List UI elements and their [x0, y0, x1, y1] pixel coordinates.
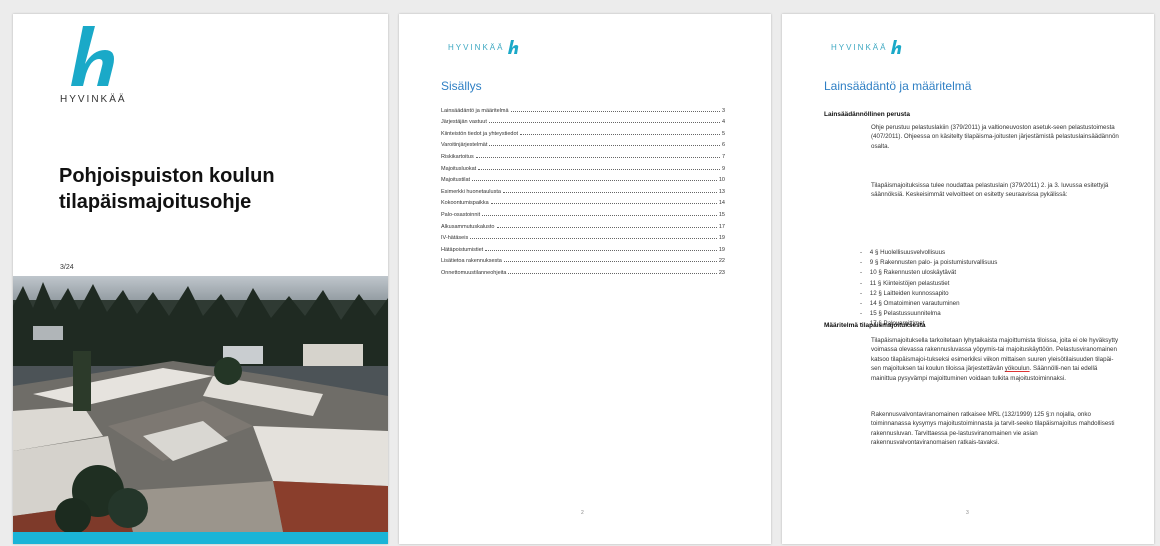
toc-leader-dots	[510, 110, 720, 112]
legislation-page: HYVINKÄÄ Lainsäädäntö ja määritelmä Lain…	[782, 14, 1154, 544]
toc-entry-page: 14	[718, 200, 725, 207]
section-heading-definition: Määritelmä tilapäismajoituksesta	[824, 322, 926, 329]
toc-entry-page: 9	[721, 165, 725, 172]
hyvinkaa-logo-icon	[891, 40, 902, 54]
toc-entry[interactable]: Majoitusluokat 9	[441, 160, 725, 172]
toc-entry-page: 5	[721, 130, 725, 137]
toc-list: Lainsäädäntö ja määritelmä 3 Järjestäjän v…	[441, 102, 725, 276]
toc-entry-page: 13	[718, 188, 725, 195]
toc-entry-label: Lainsäädäntö ja määritelmä	[441, 107, 509, 114]
legal-basis-paragraph-2: Tilapäismajoituksissa tulee noudattaa pe…	[871, 182, 1109, 199]
toc-entry[interactable]: Järjestäjän vastuut 4	[441, 114, 725, 126]
page-number: 3	[966, 510, 969, 516]
toc-leader-dots	[482, 214, 717, 216]
toc-entry-page: 3	[721, 107, 725, 114]
toc-leader-dots	[520, 133, 720, 135]
toc-entry-label: Kiinteistön tiedot ja yhteystiedot	[441, 130, 519, 137]
toc-entry-label: Alkusammutuskalusto	[441, 223, 495, 230]
list-item: 11 § Kiinteistöjen pelastustiet	[860, 279, 997, 289]
cover-brand: HYVINKÄÄ	[60, 94, 127, 105]
toc-leader-dots	[472, 180, 717, 182]
toc-entry-page: 23	[718, 269, 725, 276]
toc-leader-dots	[496, 226, 717, 228]
toc-leader-dots	[489, 145, 720, 147]
toc-leader-dots	[490, 203, 717, 205]
toc-entry-page: 7	[721, 153, 725, 160]
section-heading-legal-basis: Lainsäädännöllinen perusta	[824, 111, 910, 118]
cover-title: Pohjoispuiston koulun tilapäismajoitusoh…	[59, 163, 359, 215]
toc-entry-page: 4	[721, 119, 725, 126]
page-header: HYVINKÄÄ	[831, 40, 903, 54]
toc-entry[interactable]: Esimerkki huonetaulusta 13	[441, 183, 725, 195]
toc-entry-page: 19	[718, 235, 725, 242]
toc-entry-label: Esimerkki huonetaulusta	[441, 188, 501, 195]
list-item: 15 § Pelastussuunnitelma	[860, 309, 997, 319]
toc-leader-dots	[508, 272, 717, 274]
cover-accent-bar	[13, 532, 388, 544]
toc-entry-page: 10	[718, 177, 725, 184]
toc-entry[interactable]: Alkusammutuskalusto 17	[441, 218, 725, 230]
list-item: 4 § Huolellisuusvelvollisuus	[860, 248, 997, 258]
toc-entry-label: Kokoontumispaikka	[441, 200, 489, 207]
toc-entry-label: Hätäpoistumistiet	[441, 246, 484, 253]
toc-title: Sisällys	[441, 79, 482, 93]
toc-leader-dots	[475, 156, 720, 158]
toc-entry-label: Majoitustilat	[441, 177, 471, 184]
list-item: 12 § Laitteiden kunnossapito	[860, 289, 997, 299]
toc-entry[interactable]: Lainsäädäntö ja määritelmä 3	[441, 102, 725, 114]
cover-page: HYVINKÄÄ Pohjoispuiston koulun tilapäism…	[13, 14, 388, 544]
school-aerial-photo	[13, 276, 388, 532]
toc-entry-label: Varoitinjärjestelmät	[441, 142, 488, 149]
toc-leader-dots	[502, 191, 717, 193]
cover-title-line2: tilapäismajoitusohje	[59, 191, 252, 213]
toc-entry[interactable]: Riskikartoitus 7	[441, 148, 725, 160]
cover-subtitle: 3/24	[60, 264, 74, 271]
toc-entry-label: Riskikartoitus	[441, 153, 474, 160]
header-brand: HYVINKÄÄ	[448, 42, 505, 52]
toc-entry-label: Lisätietoa rakennuksesta	[441, 258, 502, 265]
page-header: HYVINKÄÄ	[448, 40, 520, 54]
toc-entry-label: IV-hätäseis	[441, 235, 469, 242]
hyvinkaa-logo-icon	[508, 40, 519, 54]
definition-underlined-word: yökoulun	[1004, 365, 1030, 373]
toc-leader-dots	[478, 168, 720, 170]
toc-entry[interactable]: Palo-osastoinnit 15	[441, 206, 725, 218]
toc-leader-dots	[470, 238, 717, 240]
definition-paragraph-1: Tilapäismajoituksella tarkoitetaan lyhyt…	[871, 336, 1123, 383]
toc-entry-label: Järjestäjän vastuut	[441, 119, 487, 126]
toc-entry-page: 19	[718, 246, 725, 253]
list-item: 10 § Rakennusten uloskäytävät	[860, 268, 997, 278]
list-item: 14 § Omatoiminen varautuminen	[860, 299, 997, 309]
definition-paragraph-2: Rakennusvalvontaviranomainen ratkaisee M…	[871, 411, 1115, 447]
toc-entry[interactable]: Kokoontumispaikka 14	[441, 195, 725, 207]
toc-entry-page: 6	[721, 142, 725, 149]
toc-entry[interactable]: Onnettomuustilanneohjeita 23	[441, 264, 725, 276]
toc-leader-dots	[503, 261, 717, 263]
toc-entry[interactable]: Majoitustilat 10	[441, 172, 725, 184]
toc-entry[interactable]: Kiinteistön tiedot ja yhteystiedot 5	[441, 125, 725, 137]
toc-entry-label: Majoitusluokat	[441, 165, 477, 172]
page-number: 2	[581, 510, 584, 516]
hyvinkaa-logo-icon	[71, 26, 114, 86]
section-list: 4 § Huolellisuusvelvollisuus9 § Rakennus…	[860, 248, 998, 330]
toc-entry-page: 15	[718, 211, 725, 218]
toc-leader-dots	[485, 249, 717, 251]
legal-basis-paragraph-1: Ohje perustuu pelastuslakiin (379/2011) …	[871, 124, 1119, 150]
toc-entry-label: Palo-osastoinnit	[441, 211, 481, 218]
toc-entry-page: 17	[718, 223, 725, 230]
list-item: 9 § Rakennusten palo- ja poistumisturval…	[860, 258, 998, 268]
toc-leader-dots	[488, 122, 720, 124]
toc-entry[interactable]: Varoitinjärjestelmät 6	[441, 137, 725, 149]
toc-entry-label: Onnettomuustilanneohjeita	[441, 269, 507, 276]
toc-entry[interactable]: IV-hätäseis 19	[441, 230, 725, 242]
page-title: Lainsäädäntö ja määritelmä	[824, 79, 972, 93]
cover-title-line1: Pohjoispuiston koulun	[59, 165, 275, 187]
toc-entry[interactable]: Hätäpoistumistiet 19	[441, 241, 725, 253]
toc-entry[interactable]: Lisätietoa rakennuksesta 22	[441, 253, 725, 265]
header-brand: HYVINKÄÄ	[831, 42, 888, 52]
toc-page: HYVINKÄÄ Sisällys Lainsäädäntö ja määrit…	[399, 14, 771, 544]
toc-entry-page: 22	[718, 258, 725, 265]
